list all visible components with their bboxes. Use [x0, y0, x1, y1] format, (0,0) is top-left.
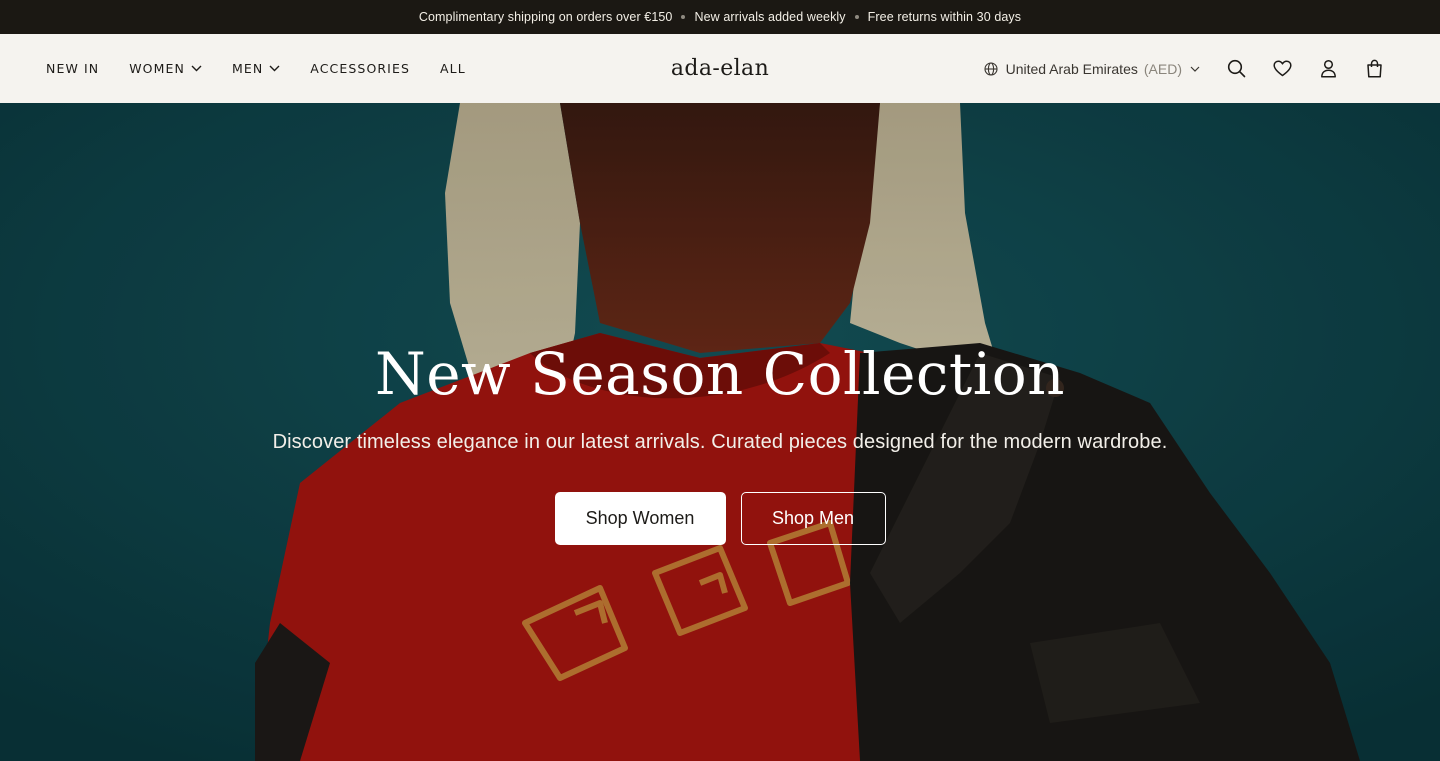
hero-title: New Season Collection [374, 340, 1066, 408]
site-header: NEW IN WOMEN MEN ACCESSORIES ALL ada-ela… [0, 34, 1440, 103]
country-selector[interactable]: United Arab Emirates (AED) [984, 61, 1200, 77]
country-currency: (AED) [1143, 60, 1182, 77]
wishlist-heart-icon[interactable] [1272, 59, 1292, 79]
nav-item-all[interactable]: ALL [440, 34, 466, 103]
shop-women-button[interactable]: Shop Women [554, 492, 726, 545]
hero-subtitle: Discover timeless elegance in our latest… [272, 431, 1168, 453]
main-nav: NEW IN WOMEN MEN ACCESSORIES ALL [46, 34, 496, 103]
account-icon[interactable] [1318, 59, 1338, 79]
nav-item-men[interactable]: MEN [232, 34, 280, 103]
hero-content: New Season Collection Discover timeless … [0, 345, 1440, 545]
nav-item-label: WOMEN [129, 61, 185, 76]
announcement-returns: Free returns within 30 days [867, 10, 1022, 24]
nav-item-label: ALL [440, 61, 466, 76]
hero-banner: New Season Collection Discover timeless … [0, 103, 1440, 761]
announcement-separator [854, 15, 859, 19]
announcement-separator [681, 15, 686, 19]
announcement-bar: Complimentary shipping on orders over €1… [0, 0, 1440, 34]
hero-cta-group: Shop Women Shop Men [0, 492, 1440, 545]
globe-icon [984, 61, 998, 76]
chevron-down-icon [269, 65, 280, 72]
chevron-down-icon [1190, 66, 1200, 72]
nav-item-label: NEW IN [46, 61, 100, 76]
site-logo[interactable]: ada-elan [671, 56, 769, 81]
chevron-down-icon [191, 65, 202, 72]
bag-icon[interactable] [1364, 59, 1384, 79]
country-name: United Arab Emirates [1005, 60, 1138, 77]
nav-item-women[interactable]: WOMEN [129, 34, 202, 103]
shop-men-button[interactable]: Shop Men [740, 492, 886, 545]
nav-item-label: MEN [231, 61, 264, 76]
nav-item-label: ACCESSORIES [310, 61, 410, 76]
search-icon[interactable] [1226, 59, 1246, 79]
nav-item-accessories[interactable]: ACCESSORIES [310, 34, 410, 103]
nav-item-new-in[interactable]: NEW IN [46, 34, 99, 103]
announcement-shipping: Complimentary shipping on orders over €1… [418, 10, 673, 24]
header-tools: United Arab Emirates (AED) [984, 34, 1384, 103]
announcement-new-arrivals: New arrivals added weekly [694, 10, 846, 24]
